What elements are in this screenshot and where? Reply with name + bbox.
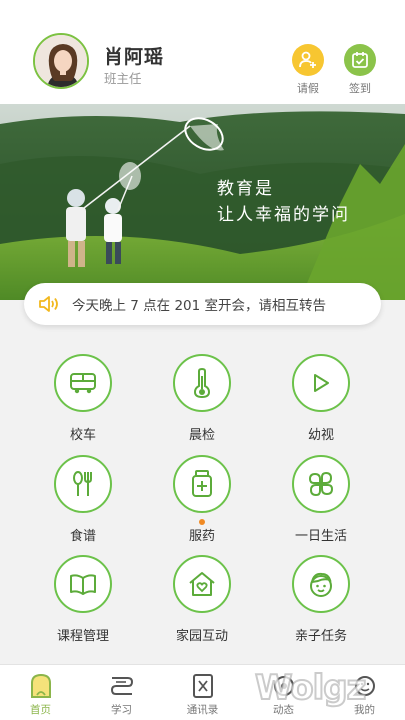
menu-item-bus[interactable]: 校车 [28,354,138,443]
tab-label: 通讯录 [186,704,219,716]
profile-header: 肖阿瑶 班主任 请假 签到 [0,0,405,104]
sign-in-button[interactable]: 签到 [338,44,382,96]
medicine-icon [173,455,231,513]
menu-label: 家园互动 [175,629,228,644]
menu-item-home-school[interactable]: 家园互动 [147,555,257,644]
tab-study[interactable]: 学习 [81,665,162,720]
bus-icon [54,354,112,412]
tab-contacts[interactable]: 通讯录 [162,665,243,720]
tab-moments[interactable]: 动态 [243,665,324,720]
menu-label: 一日生活 [294,529,347,544]
menu-label: 服药 [188,529,215,544]
menu-item-medicine[interactable]: 服药 [147,455,257,544]
home-tab-icon [0,673,81,699]
avatar[interactable] [33,33,89,89]
contacts-tab-icon [162,673,243,699]
notification-badge [199,519,205,525]
leave-label: 请假 [297,82,319,95]
tab-home[interactable]: 首页 [0,665,81,720]
menu-label: 幼视 [307,428,334,443]
menu-item-daily-life[interactable]: 一日生活 [266,455,376,544]
play-icon [292,354,350,412]
leave-button[interactable]: 请假 [286,44,330,96]
menu-item-recipe[interactable]: 食谱 [28,455,138,544]
book-icon [54,555,112,613]
moments-tab-icon [243,673,324,699]
clover-icon [292,455,350,513]
banner-slogan: 教育是 让人幸福的学问 [217,176,350,228]
kid-face-icon [292,555,350,613]
thermometer-icon [173,354,231,412]
tab-me[interactable]: 我的 [324,665,405,720]
me-tab-icon [324,673,405,699]
menu-label: 课程管理 [56,629,109,644]
sign-in-icon [344,44,376,76]
tab-label: 我的 [354,704,375,716]
sign-in-label: 签到 [349,82,371,95]
menu-item-video[interactable]: 幼视 [266,354,376,443]
leave-icon [292,44,324,76]
notice-text: 今天晚上 7 点在 201 室开会，请相互转告 [72,298,327,314]
user-name: 肖阿瑶 [104,46,165,68]
bottom-tab-bar: 首页 学习 通讯录 动态 我的 [0,664,405,720]
menu-label: 晨检 [188,428,215,443]
speaker-icon [39,296,58,312]
menu-label: 校车 [69,428,96,443]
menu-item-course[interactable]: 课程管理 [28,555,138,644]
banner-line-2: 让人幸福的学问 [217,205,350,225]
notice-bar[interactable]: 今天晚上 7 点在 201 室开会，请相互转告 [24,283,381,325]
user-role: 班主任 [104,71,142,86]
menu-label: 亲子任务 [294,629,347,644]
home-heart-icon [173,555,231,613]
tab-label: 首页 [30,704,51,716]
study-tab-icon [81,673,162,699]
fork-spoon-icon [54,455,112,513]
menu-item-parent-child-task[interactable]: 亲子任务 [266,555,376,644]
banner-line-1: 教育是 [217,179,274,199]
menu-label: 食谱 [69,529,96,544]
tab-label: 学习 [111,704,132,716]
menu-item-morning-check[interactable]: 晨检 [147,354,257,443]
tab-label: 动态 [273,704,294,716]
banner-image[interactable]: 教育是 让人幸福的学问 [0,104,405,300]
